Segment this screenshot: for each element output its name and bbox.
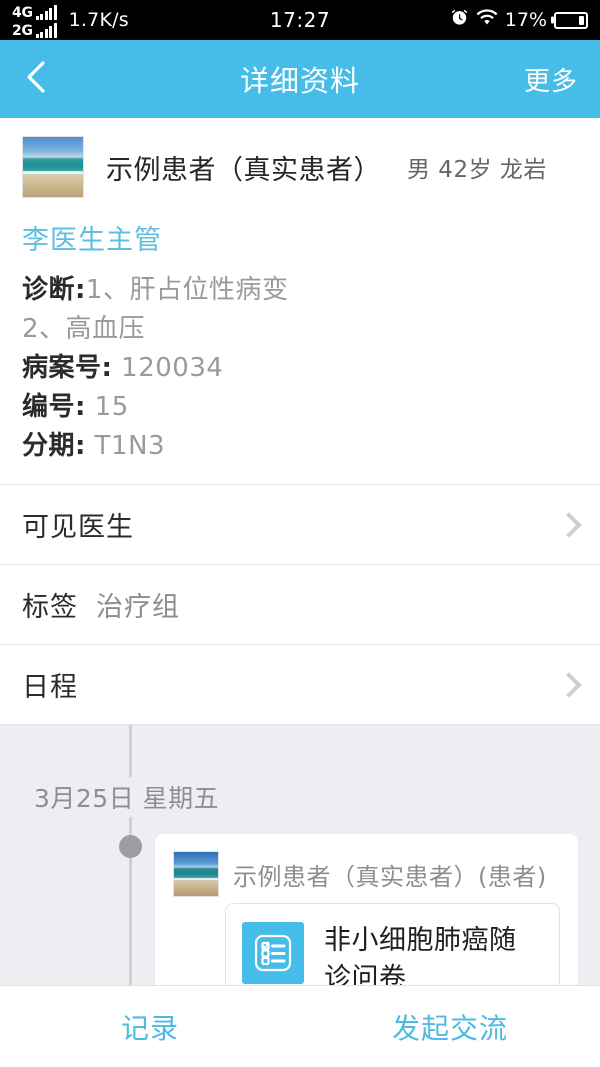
row-schedule[interactable]: 日程: [0, 644, 600, 724]
checklist-form-icon: [242, 922, 304, 984]
alarm-clock-icon: [450, 8, 469, 32]
patient-name: 示例患者（真实患者）: [106, 154, 381, 186]
status-bar: 4G 2G 1.7K/s 17:27 17%: [0, 0, 600, 40]
info-value: 1、肝占位性病变: [85, 275, 289, 305]
patient-meta: 男 42岁 龙岩: [407, 157, 547, 183]
info-value: T1N3: [94, 431, 166, 461]
timeline-date: 3月25日 星期五: [34, 777, 226, 817]
row-tags[interactable]: 标签 治疗组: [0, 564, 600, 644]
timeline-section: 3月25日 星期五 示例患者（真实患者）(患者) 非小细胞肺癌随诊问卷: [0, 724, 600, 1023]
info-line: 分期: T1N3: [22, 427, 578, 466]
patient-clinical-info: 诊断:1、肝占位性病变 2、高血压 病案号: 120034 编号: 15 分期:…: [22, 271, 578, 466]
page-title: 详细资料: [239, 64, 360, 98]
info-line: 诊断:1、肝占位性病变: [22, 271, 578, 310]
attending-doctor-link[interactable]: 李医生主管: [22, 218, 162, 257]
patient-info-section: 示例患者（真实患者） 男 42岁 龙岩 李医生主管 诊断:1、肝占位性病变 2、…: [0, 118, 600, 470]
timeline-dot-marker: [119, 835, 142, 858]
row-label: 可见医生: [22, 512, 134, 543]
info-value: 2、高血压: [22, 314, 146, 344]
info-key: 编号:: [22, 392, 86, 422]
row-label: 标签: [22, 592, 78, 623]
more-button[interactable]: 更多: [524, 61, 578, 98]
chevron-right-icon: [556, 511, 582, 538]
start-communication-button[interactable]: 发起交流: [300, 1007, 600, 1047]
info-key: 病案号:: [22, 353, 113, 383]
beach-photo-avatar[interactable]: [22, 136, 84, 198]
chevron-right-icon: [556, 671, 582, 698]
back-button[interactable]: [22, 58, 64, 100]
row-label: 日程: [22, 672, 78, 703]
bottom-action-bar: 记录 发起交流: [0, 985, 600, 1067]
beach-photo-avatar[interactable]: [173, 851, 219, 897]
row-value: 治疗组: [96, 592, 180, 623]
timeline-card-author: 示例患者（真实患者）(患者): [233, 863, 547, 891]
status-bar-right: 17%: [450, 8, 588, 32]
info-value: 15: [94, 392, 129, 422]
records-button[interactable]: 记录: [0, 1007, 300, 1047]
battery-icon: [554, 11, 588, 29]
info-value: 120034: [121, 353, 224, 383]
info-key: 诊断:: [22, 275, 86, 305]
timeline-axis: [129, 725, 132, 1023]
info-line: 2、高血压: [22, 310, 578, 349]
battery-percent-label: 17%: [504, 9, 547, 31]
row-visible-doctors[interactable]: 可见医生: [0, 484, 600, 564]
chevron-left-icon: [22, 57, 50, 101]
app-screen: 4G 2G 1.7K/s 17:27 17% 详细资料 更多 示例患者（真实患者…: [0, 0, 600, 1067]
settings-rows: 可见医生 标签 治疗组 日程: [0, 484, 600, 724]
info-key: 分期:: [22, 431, 86, 461]
info-line: 病案号: 120034: [22, 349, 578, 388]
patient-header: 示例患者（真实患者） 男 42岁 龙岩: [22, 136, 578, 198]
navigation-bar: 详细资料 更多: [0, 40, 600, 118]
timeline-card-header: 示例患者（真实患者）(患者): [155, 851, 578, 897]
wifi-icon: [476, 9, 498, 31]
info-line: 编号: 15: [22, 388, 578, 427]
